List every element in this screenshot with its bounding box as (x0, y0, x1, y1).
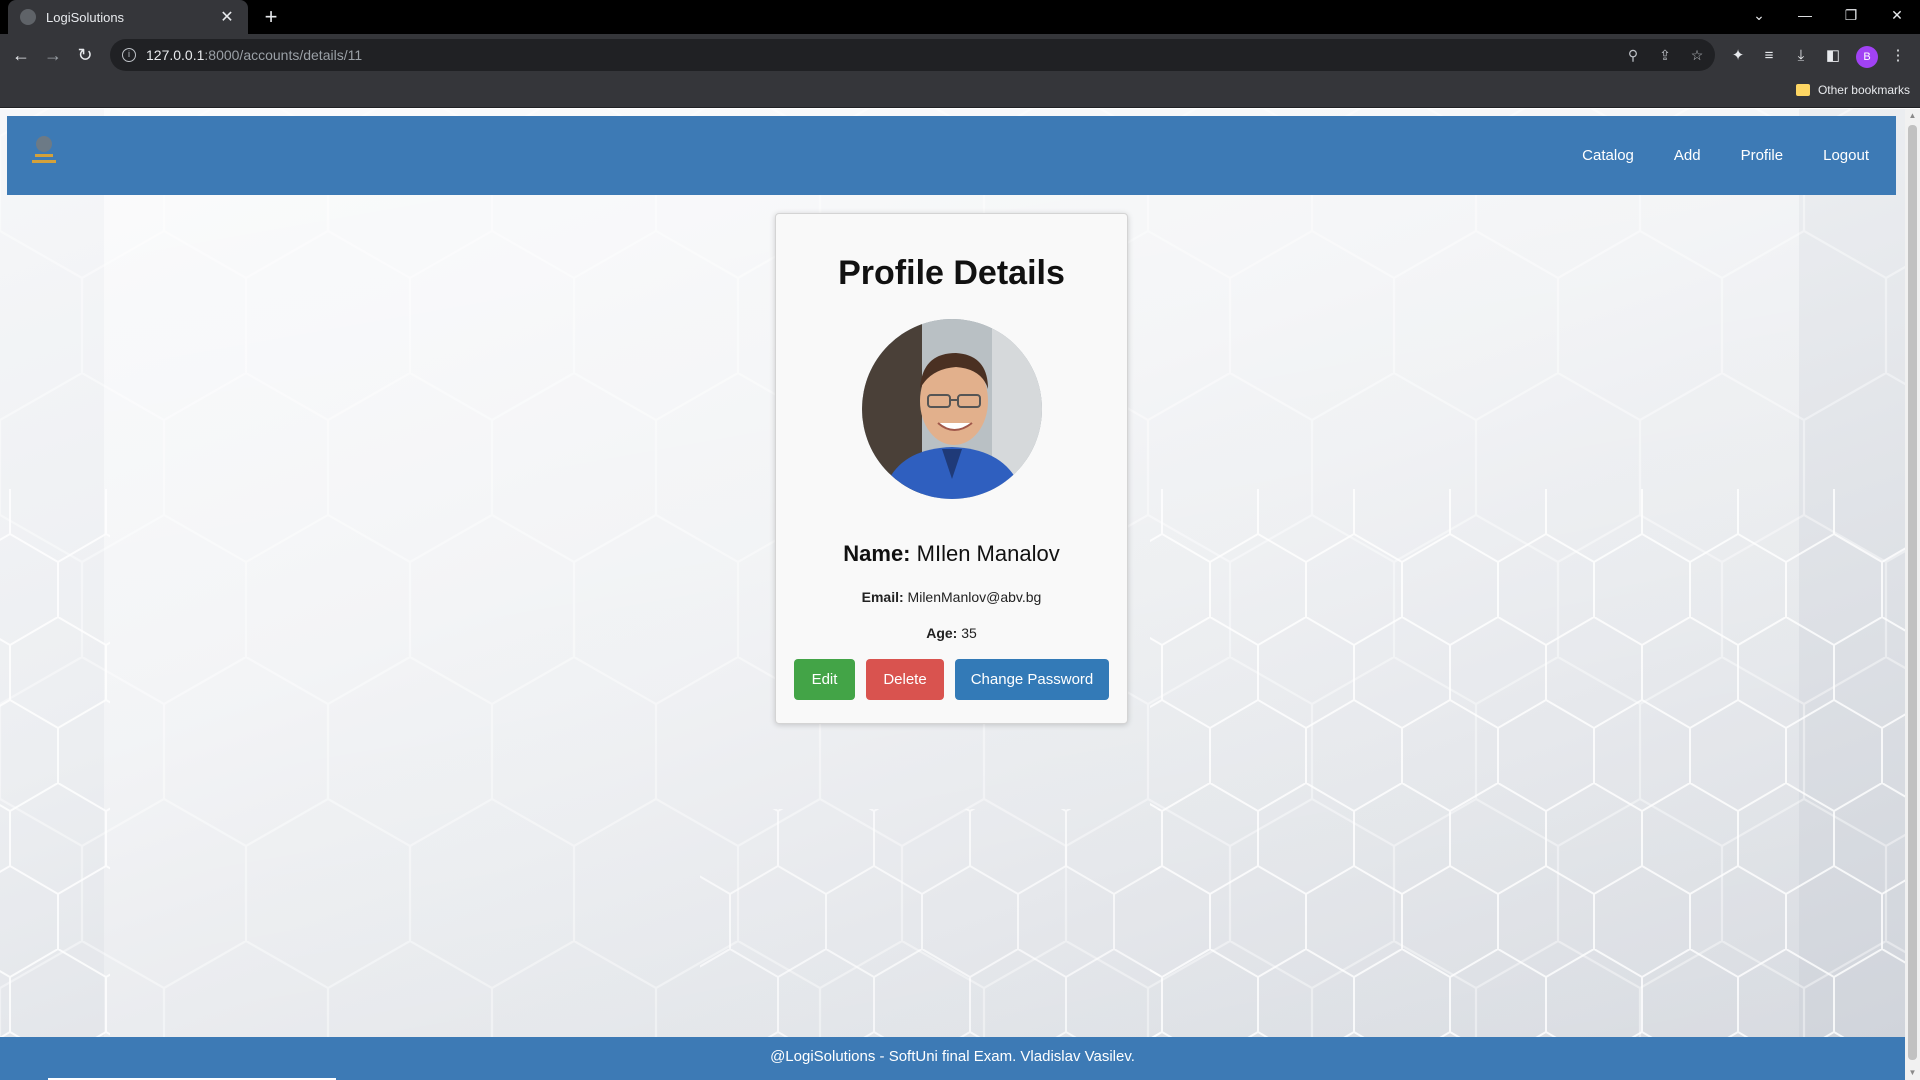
profile-age: Age: 35 (776, 625, 1127, 641)
share-icon[interactable]: ⇪ (1657, 47, 1673, 63)
menu-kebab-icon[interactable]: ⋮ (1888, 46, 1908, 66)
page-viewport: Catalog Add Profile Logout Profile Detai… (0, 109, 1905, 1080)
delete-button[interactable]: Delete (866, 659, 944, 700)
nav-profile-link[interactable]: Profile (1741, 147, 1784, 164)
scroll-down-icon[interactable]: ▼ (1905, 1066, 1920, 1080)
site-footer: @LogiSolutions - SoftUni final Exam. Vla… (0, 1037, 1905, 1080)
restore-icon[interactable]: ❐ (1828, 0, 1874, 30)
close-tab-icon[interactable]: ✕ (218, 7, 236, 27)
folder-icon (1795, 84, 1810, 96)
email-value: MilenManlov@abv.bg (907, 589, 1042, 605)
bookmark-star-icon[interactable]: ☆ (1689, 47, 1705, 63)
media-icon[interactable]: ≡ (1759, 46, 1779, 66)
profile-avatar[interactable]: B (1856, 46, 1878, 68)
nav-links: Catalog Add Profile Logout (1542, 116, 1869, 195)
forward-icon[interactable]: → (40, 42, 66, 68)
nav-logout-link[interactable]: Logout (1823, 147, 1869, 164)
globe-icon (20, 9, 36, 25)
age-value: 35 (961, 625, 977, 641)
minimize-icon[interactable]: — (1782, 0, 1828, 30)
edit-button[interactable]: Edit (794, 659, 855, 700)
site-navbar: Catalog Add Profile Logout (7, 116, 1896, 195)
page-scrollbar[interactable]: ▲ ▼ (1905, 109, 1920, 1080)
name-value: MIlen Manalov (916, 541, 1060, 566)
profile-email: Email: MilenManlov@abv.bg (776, 589, 1127, 605)
page-title: Profile Details (838, 254, 1065, 292)
email-label: Email: (861, 589, 904, 605)
profile-card: Profile Details Name: MIlen Manalov Emai… (775, 213, 1128, 724)
scroll-up-icon[interactable]: ▲ (1905, 109, 1920, 123)
browser-tab[interactable]: LogiSolutions ✕ (8, 0, 248, 34)
url-host: 127.0.0.1 (146, 47, 205, 63)
logisolutions-logo[interactable] (27, 132, 61, 172)
browser-tab-bar: LogiSolutions ✕ + ⌄ — ❐ ✕ (0, 0, 1920, 34)
tab-search-icon[interactable]: ⌄ (1736, 0, 1782, 30)
extensions-icon[interactable]: ✦ (1728, 46, 1748, 66)
nav-add-link[interactable]: Add (1674, 147, 1701, 164)
profile-name: Name: MIlen Manalov (776, 541, 1127, 567)
site-info-icon[interactable]: i (122, 48, 136, 62)
scroll-thumb[interactable] (1908, 125, 1917, 1060)
nav-catalog-link[interactable]: Catalog (1582, 147, 1634, 164)
new-tab-button[interactable]: + (258, 4, 284, 30)
reload-icon[interactable]: ↻ (72, 42, 98, 68)
back-icon[interactable]: ← (8, 42, 34, 68)
bookmarks-bar: Other bookmarks (0, 76, 1920, 108)
address-bar[interactable]: i 127.0.0.1:8000/accounts/details/11 ⚲ ⇪… (110, 39, 1715, 71)
url-path: :8000/accounts/details/11 (204, 47, 363, 63)
close-window-icon[interactable]: ✕ (1874, 0, 1920, 30)
person-portrait-image (861, 319, 1042, 499)
profile-photo (861, 319, 1042, 499)
profile-actions: Edit Delete Change Password (776, 659, 1127, 700)
change-password-button[interactable]: Change Password (955, 659, 1109, 700)
zoom-icon[interactable]: ⚲ (1625, 47, 1641, 63)
browser-toolbar: ← → ↻ i 127.0.0.1:8000/accounts/details/… (0, 34, 1920, 76)
age-label: Age: (926, 625, 958, 641)
tab-title: LogiSolutions (46, 9, 125, 25)
side-panel-icon[interactable]: ◧ (1823, 46, 1843, 66)
bookmark-label: Other bookmarks (1817, 83, 1910, 97)
download-icon[interactable]: ⤓ (1791, 46, 1811, 66)
name-label: Name: (843, 541, 911, 566)
other-bookmarks-folder[interactable]: Other bookmarks (1795, 83, 1910, 97)
footer-text: @LogiSolutions - SoftUni final Exam. Vla… (770, 1048, 1135, 1065)
